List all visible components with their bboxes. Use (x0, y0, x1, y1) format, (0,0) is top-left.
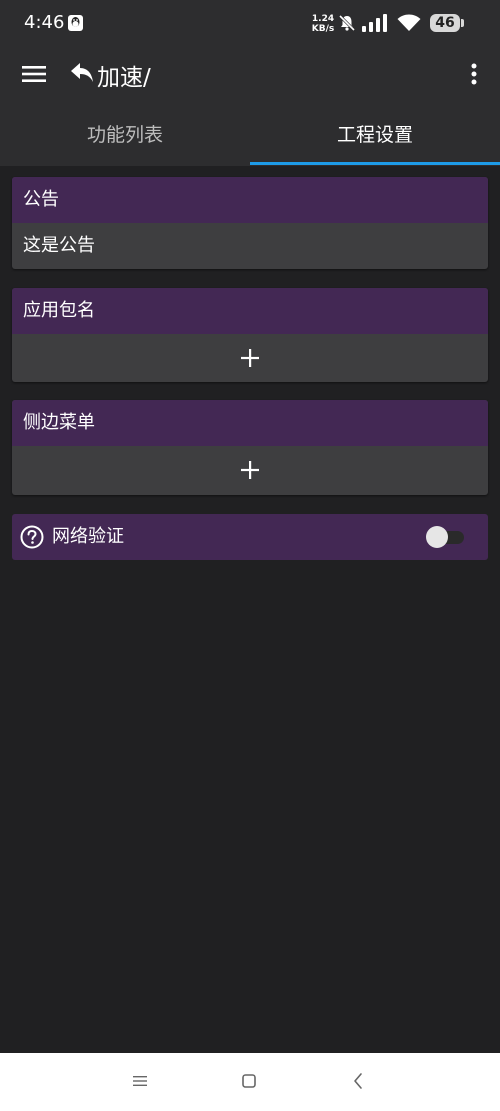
network-verify-label: 网络验证 (52, 526, 124, 547)
menu-icon[interactable] (20, 60, 48, 88)
side-menu-title: 侧边菜单 (12, 400, 488, 446)
app-bar: 加速/ (0, 48, 500, 100)
mute-icon (338, 14, 356, 32)
status-time: 4:46 (24, 12, 65, 33)
battery-level: 46 (430, 14, 460, 32)
more-vert-icon[interactable] (462, 60, 486, 88)
qq-icon (68, 15, 83, 31)
package-name-title: 应用包名 (12, 288, 488, 334)
net-speed: 1.24 KB/s (311, 14, 335, 34)
net-speed-unit: KB/s (311, 24, 335, 34)
nav-menu-icon[interactable] (132, 1073, 148, 1089)
tab-function-list[interactable]: 功能列表 (0, 100, 250, 166)
package-name-card: 应用包名 (12, 288, 488, 382)
plus-icon (241, 349, 259, 367)
announcement-content[interactable]: 这是公告 (12, 223, 488, 269)
toggle-thumb (426, 526, 448, 548)
battery-tip (461, 19, 464, 27)
page-title: 加速/ (97, 65, 151, 91)
side-menu-card: 侧边菜单 (12, 400, 488, 495)
add-package-name-button[interactable] (12, 334, 488, 382)
add-side-menu-button[interactable] (12, 446, 488, 494)
tab-bar: 功能列表 工程设置 (0, 100, 500, 166)
help-icon[interactable] (20, 525, 44, 549)
back-arrow-icon[interactable] (70, 60, 96, 86)
nav-back-icon[interactable] (352, 1072, 364, 1090)
net-speed-value: 1.24 (311, 14, 335, 24)
plus-icon (241, 461, 259, 479)
network-verify-toggle[interactable] (426, 526, 466, 548)
tab-project-settings[interactable]: 工程设置 (250, 100, 500, 166)
announcement-card: 公告 这是公告 (12, 177, 488, 269)
tab-indicator (250, 162, 500, 165)
nav-home-icon[interactable] (242, 1074, 256, 1088)
signal-icon (362, 14, 387, 32)
system-nav-bar (0, 1053, 500, 1111)
wifi-icon (397, 14, 421, 31)
announcement-title: 公告 (12, 177, 488, 223)
status-bar: 4:46 1.24 KB/s 46 (0, 0, 500, 48)
network-verify-row: 网络验证 (12, 514, 488, 560)
